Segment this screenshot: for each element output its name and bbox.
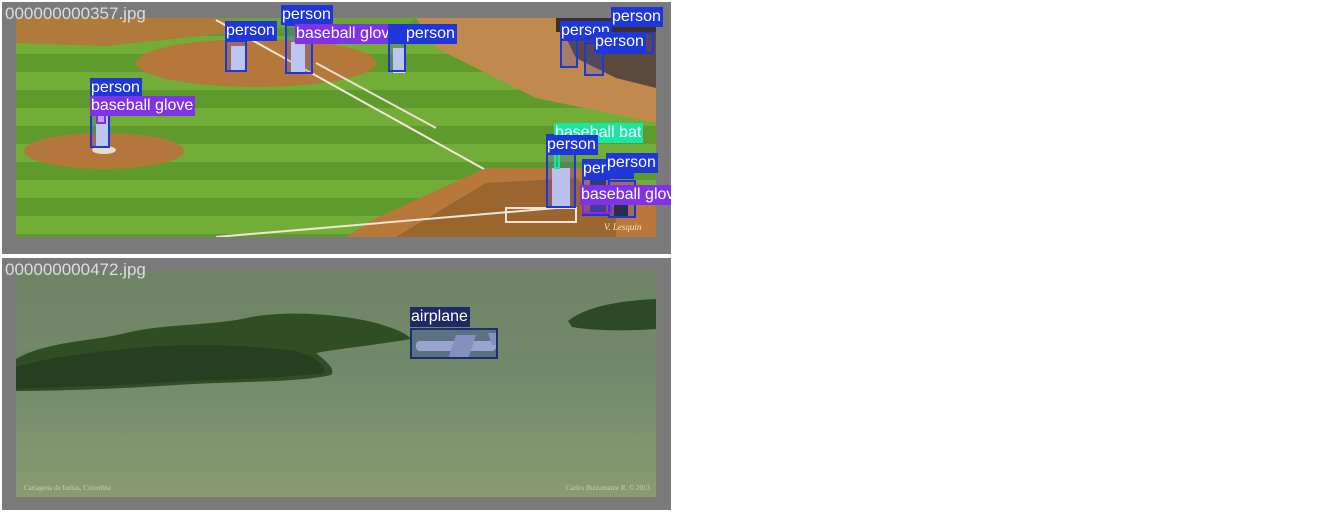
detection-label: person [606, 153, 658, 173]
detection-label: baseball glove [90, 96, 196, 116]
result-tile-baseball: 000000000357.jpg V. Lesquin person perso… [2, 2, 671, 254]
detection-box-person [388, 42, 406, 72]
detection-label: airplane [410, 307, 470, 327]
photo-caption-right: Carlos Bustamante R. © 2013 [566, 484, 651, 492]
image-filename: 000000000472.jpg [5, 260, 146, 279]
photo-caption-left: Cartagena de Indias, Colombia [24, 484, 112, 492]
detection-label: baseball glove [295, 24, 401, 44]
photo-watermark: V. Lesquin [604, 222, 642, 232]
lake-landscape-image: Cartagena de Indias, Colombia Carlos Bus… [16, 271, 656, 497]
detection-label: person [388, 24, 457, 44]
detection-box-airplane [410, 328, 498, 359]
detection-label: person [281, 5, 333, 25]
detection-label: person [546, 135, 598, 155]
lake-photo: Cartagena de Indias, Colombia Carlos Bus… [16, 271, 656, 497]
detection-box-person [225, 40, 247, 72]
detection-label: person [225, 21, 277, 41]
detection-label: person [611, 7, 663, 27]
detection-label: baseball glove [580, 185, 671, 205]
detection-label: person [90, 78, 142, 98]
result-tile-airplane: 000000000472.jpg Cartagena de Indias, Co… [2, 258, 671, 510]
image-filename: 000000000357.jpg [5, 4, 146, 23]
detection-label: person [594, 32, 646, 52]
detection-results-page: 000000000357.jpg V. Lesquin person perso… [0, 0, 1344, 512]
